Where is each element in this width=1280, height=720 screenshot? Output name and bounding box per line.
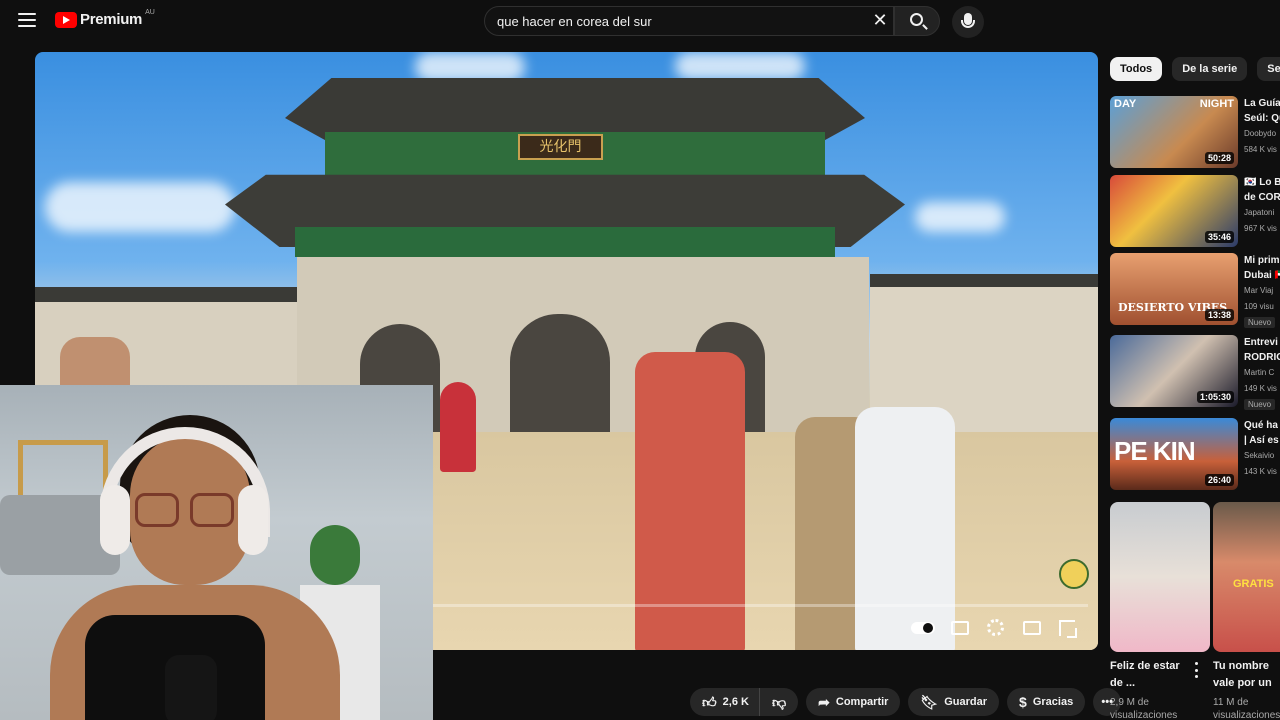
short-views: 2,9 M de visualizaciones xyxy=(1110,697,1178,720)
dislike-button[interactable]: 👎︎ xyxy=(759,688,799,716)
thumbnail-text: GRATIS xyxy=(1233,578,1274,590)
new-badge: Nuevo xyxy=(1244,399,1276,410)
cloud xyxy=(915,202,1005,232)
super-thanks-icon: $ xyxy=(1019,694,1027,710)
thumbs-down-icon: 👎︎ xyxy=(771,694,787,710)
filter-chips: Todos De la serie Sekaiv xyxy=(1110,57,1280,83)
search-input[interactable]: que hacer en corea del sur xyxy=(484,6,894,36)
earcup-left xyxy=(100,485,130,555)
video-title[interactable]: Mi primDubai 🇦🇪 xyxy=(1244,253,1280,285)
country-code: AU xyxy=(145,9,155,16)
video-thumbnail[interactable]: PE KIN 26:40 xyxy=(1110,418,1238,490)
chip-channel[interactable]: Sekaiv xyxy=(1257,57,1280,81)
video-thumbnail[interactable]: DESIERTO VIBES 13:38 xyxy=(1110,253,1238,325)
video-title[interactable]: Qué ha | Así es xyxy=(1244,418,1280,450)
thumbs-up-icon: 👍︎ xyxy=(702,694,717,710)
top-bar: Premium AU que hacer en corea del sur ✕ xyxy=(0,0,1280,44)
thumbnail-text: DAY xyxy=(1114,98,1137,110)
person-red-hanbok xyxy=(440,382,476,472)
bookmark-icon: 🔖︎ xyxy=(920,694,939,710)
gate-arch xyxy=(510,314,610,434)
search-icon xyxy=(910,13,923,26)
thanks-button[interactable]: $ Gracias xyxy=(1007,688,1086,716)
chip-all[interactable]: Todos xyxy=(1110,57,1163,81)
cloud xyxy=(415,52,525,82)
video-thumbnail[interactable]: 1:05:30 xyxy=(1110,335,1238,407)
gate-lower-band xyxy=(295,227,835,257)
logo-text: Premium xyxy=(80,11,143,28)
video-actions: 👍︎ 2,6 K 👎︎ ➦ Compartir 🔖︎ Guardar $ Gracias… xyxy=(690,688,1122,718)
view-count: 967 K vis xyxy=(1244,224,1277,233)
duration-badge: 26:40 xyxy=(1204,474,1234,486)
channel-watermark[interactable] xyxy=(1059,559,1089,589)
short-title[interactable]: Feliz de estar de ... xyxy=(1110,658,1190,692)
view-count: 143 K vis xyxy=(1244,467,1277,476)
progress-bar[interactable] xyxy=(433,604,1088,607)
duration-badge: 35:46 xyxy=(1204,231,1234,243)
chip-from-series[interactable]: De la serie xyxy=(1172,57,1248,81)
duration-badge: 1:05:30 xyxy=(1196,391,1234,403)
webcam-overlay xyxy=(0,385,433,720)
cloud xyxy=(45,182,235,232)
video-thumbnail[interactable]: DAY NIGHT 50:28 xyxy=(1110,96,1238,168)
video-title[interactable]: Entrevi RODRIG xyxy=(1244,335,1280,367)
recommendation-item[interactable]: DAY NIGHT 50:28 La GuíaSeúl: Qu Doobydo … xyxy=(1110,96,1280,168)
short-title[interactable]: Tu nombre vale por un ... xyxy=(1213,658,1280,692)
video-title[interactable]: 🇰🇷 Lo Bde CORE xyxy=(1244,175,1280,207)
channel-name[interactable]: Mar Viaj xyxy=(1244,286,1280,295)
channel-name[interactable]: Sekaivio xyxy=(1244,451,1280,460)
duration-badge: 50:28 xyxy=(1204,152,1234,164)
clear-search-icon[interactable]: ✕ xyxy=(870,10,890,30)
channel-name[interactable]: Japatoni xyxy=(1244,208,1280,217)
cloud xyxy=(675,52,805,80)
share-button[interactable]: ➦ Compartir xyxy=(806,688,901,716)
gate-sign: 光化門 xyxy=(518,134,603,160)
search-query[interactable]: que hacer en corea del sur xyxy=(497,14,652,29)
video-title[interactable]: La GuíaSeúl: Qu xyxy=(1244,96,1280,128)
autoplay-toggle[interactable] xyxy=(911,622,935,634)
recommendation-item[interactable]: 35:46 🇰🇷 Lo Bde CORE Japatoni 967 K vis xyxy=(1110,175,1280,247)
more-options-icon[interactable] xyxy=(1192,662,1200,678)
earcup-right xyxy=(238,485,268,555)
view-count: 109 visu xyxy=(1244,302,1274,311)
channel-name[interactable]: Martin C xyxy=(1244,368,1280,377)
microphone xyxy=(165,655,217,720)
theater-mode-icon[interactable] xyxy=(1023,621,1041,635)
thumbnail-text: PE KIN xyxy=(1114,436,1196,466)
duration-badge: 13:38 xyxy=(1204,309,1234,321)
menu-icon[interactable] xyxy=(18,13,36,27)
share-icon: ➦ xyxy=(818,694,830,710)
subtitles-icon[interactable] xyxy=(951,621,969,635)
save-button[interactable]: 🔖︎ Guardar xyxy=(908,688,1000,716)
channel-name[interactable]: Doobydo xyxy=(1244,129,1280,138)
short-views: 11 M de visualizaciones xyxy=(1213,697,1280,720)
settings-gear-icon[interactable] xyxy=(987,619,1004,636)
voice-search-button[interactable] xyxy=(952,6,984,38)
youtube-premium-logo[interactable]: Premium AU xyxy=(55,9,155,28)
search-button[interactable] xyxy=(894,6,940,36)
short-thumbnail[interactable]: GRATIS xyxy=(1213,502,1280,652)
recommendation-item[interactable]: PE KIN 26:40 Qué ha | Así es Sekaivio 143… xyxy=(1110,418,1280,490)
view-count: 149 K vis xyxy=(1244,384,1277,393)
thumbnail-text: NIGHT xyxy=(1199,98,1234,110)
like-button[interactable]: 👍︎ 2,6 K xyxy=(690,688,760,716)
recommendation-item[interactable]: 1:05:30 Entrevi RODRIG Martin C 149 K vis… xyxy=(1110,335,1280,410)
recommendation-item[interactable]: DESIERTO VIBES 13:38 Mi primDubai 🇦🇪 Mar… xyxy=(1110,253,1280,328)
plant xyxy=(310,525,360,585)
person-tourist xyxy=(855,407,955,650)
video-thumbnail[interactable]: 35:46 xyxy=(1110,175,1238,247)
short-thumbnail[interactable] xyxy=(1110,502,1210,652)
new-badge: Nuevo xyxy=(1244,317,1276,328)
view-count: 584 K vis xyxy=(1244,145,1277,154)
fullscreen-icon[interactable] xyxy=(1059,620,1077,638)
youtube-play-icon xyxy=(55,11,77,28)
